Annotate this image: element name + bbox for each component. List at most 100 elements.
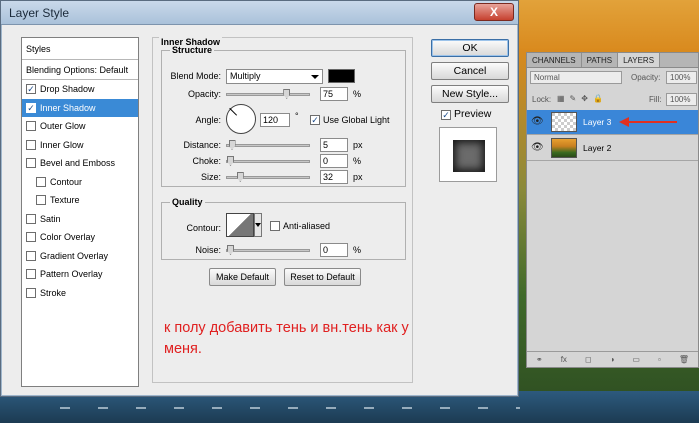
quality-label: Quality [170,197,205,207]
slider-thumb[interactable] [283,89,291,99]
instruction-note: к полу добавить тень и вн.тень как у мен… [164,320,409,357]
style-item-inner-glow[interactable]: Inner Glow [22,136,138,155]
style-checkbox[interactable] [26,250,36,261]
opacity-input[interactable]: 75 [320,87,348,101]
style-checkbox[interactable] [26,139,36,150]
blend-mode-select[interactable]: Multiply [226,69,323,84]
chevron-down-icon [311,75,319,79]
angle-label: Angle: [195,115,221,125]
style-checkbox[interactable] [26,269,36,280]
noise-slider[interactable] [226,245,310,255]
style-checkbox[interactable] [26,213,36,224]
eye-icon[interactable]: 👁 [531,116,544,127]
layer-style-dialog: Layer Style X Styles Blending Options: D… [0,0,519,397]
use-global-light-label: Use Global Light [323,115,390,125]
layer-thumbnail [551,138,577,158]
choke-label: Choke: [192,156,221,166]
style-item-pattern-overlay[interactable]: Pattern Overlay [22,265,138,284]
new-layer-icon[interactable]: ▫ [658,355,661,364]
percent-unit: % [353,89,362,99]
structure-label: Structure [170,45,215,55]
style-item-satin[interactable]: Satin [22,210,138,229]
styles-list: Styles Blending Options: Default ✓ Drop S… [21,37,139,387]
style-item-label: Contour [50,176,83,187]
size-input[interactable]: 32 [320,170,348,184]
layer-opacity-input[interactable]: 100% [666,71,697,84]
style-checkbox[interactable]: ✓ [26,84,36,95]
contour-dropdown[interactable] [254,213,262,237]
angle-dial[interactable] [226,104,256,134]
style-checkbox[interactable] [36,176,46,187]
use-global-light-checkbox[interactable]: ✓ [310,115,320,125]
layer-blend-select[interactable]: Normal [530,71,622,84]
slider-thumb[interactable] [228,140,236,150]
style-item-inner-shadow[interactable]: ✓ Inner Shadow [22,98,138,117]
style-checkbox[interactable] [26,121,36,132]
layer-name[interactable]: Layer 2 [583,143,611,153]
layer-row-layer-2[interactable]: 👁 Layer 2 [527,136,698,161]
px-unit: px [353,140,363,150]
tab-paths[interactable]: PATHS [582,53,619,67]
mask-icon[interactable]: ◻ [585,355,592,364]
tab-layers[interactable]: LAYERS [618,53,661,67]
anti-aliased-checkbox[interactable] [270,221,280,231]
panel-footer: ⚭ fx ◻ ◑ ▭ ▫ 🗑 [527,351,698,367]
shadow-color-swatch[interactable] [328,69,355,83]
styles-header[interactable]: Styles [22,38,138,60]
link-icon[interactable]: ⚭ [536,355,543,364]
style-item-label: Texture [50,195,80,206]
close-button[interactable]: X [474,3,514,21]
lock-icons[interactable]: ▦✎✥🔒 [557,94,608,103]
contour-picker[interactable] [226,213,254,237]
folder-icon[interactable]: ▭ [632,355,640,364]
adjustment-icon[interactable]: ◑ [610,355,615,364]
layer-name[interactable]: Layer 3 [583,117,611,127]
slider-thumb[interactable] [236,172,244,182]
tab-channels[interactable]: CHANNELS [527,53,582,67]
new-style-button[interactable]: New Style... [431,85,509,103]
make-default-button[interactable]: Make Default [209,268,276,286]
layer-fill-input[interactable]: 100% [666,93,697,106]
style-item-bevel-and-emboss[interactable]: Bevel and Emboss [22,154,138,173]
fx-icon[interactable]: fx [561,355,567,364]
style-item-label: Outer Glow [40,121,86,132]
layer-thumbnail [551,112,577,132]
style-item-label: Inner Shadow [40,102,96,113]
angle-input[interactable]: 120 [260,113,290,127]
px-unit: px [353,172,363,182]
style-item-color-overlay[interactable]: Color Overlay [22,228,138,247]
noise-input[interactable]: 0 [320,243,348,257]
style-item-stroke[interactable]: Stroke [22,284,138,303]
eye-icon[interactable]: 👁 [531,142,544,153]
style-item-outer-glow[interactable]: Outer Glow [22,117,138,136]
distance-input[interactable]: 5 [320,138,348,152]
style-checkbox[interactable] [26,232,36,243]
choke-slider[interactable] [226,156,310,166]
opacity-slider[interactable] [226,89,310,99]
style-item-contour[interactable]: Contour [22,173,138,192]
opacity-label: Opacity: [631,73,661,82]
trash-icon[interactable]: 🗑 [679,355,689,364]
fill-label: Fill: [649,95,662,104]
slider-thumb[interactable] [227,156,234,166]
slider-thumb[interactable] [227,245,234,255]
style-item-texture[interactable]: Texture [22,191,138,210]
style-checkbox[interactable]: ✓ [26,102,36,113]
style-checkbox[interactable] [26,287,36,298]
cancel-button[interactable]: Cancel [431,62,509,80]
size-slider[interactable] [226,172,310,182]
style-checkbox[interactable] [36,195,46,206]
choke-input[interactable]: 0 [320,154,348,168]
preview-checkbox[interactable]: ✓ [441,110,451,120]
layer-row-layer-3[interactable]: 👁 Layer 3 [527,110,698,135]
preview-thumbnail [439,127,497,182]
style-item-drop-shadow[interactable]: ✓ Drop Shadow [22,80,138,99]
reset-to-default-button[interactable]: Reset to Default [284,268,361,286]
distance-slider[interactable] [226,140,310,150]
style-checkbox[interactable] [26,158,36,169]
blending-options[interactable]: Blending Options: Default [22,60,138,80]
style-item-label: Drop Shadow [40,84,95,95]
style-item-gradient-overlay[interactable]: Gradient Overlay [22,247,138,266]
ok-button[interactable]: OK [431,39,509,57]
style-item-label: Inner Glow [40,139,84,150]
